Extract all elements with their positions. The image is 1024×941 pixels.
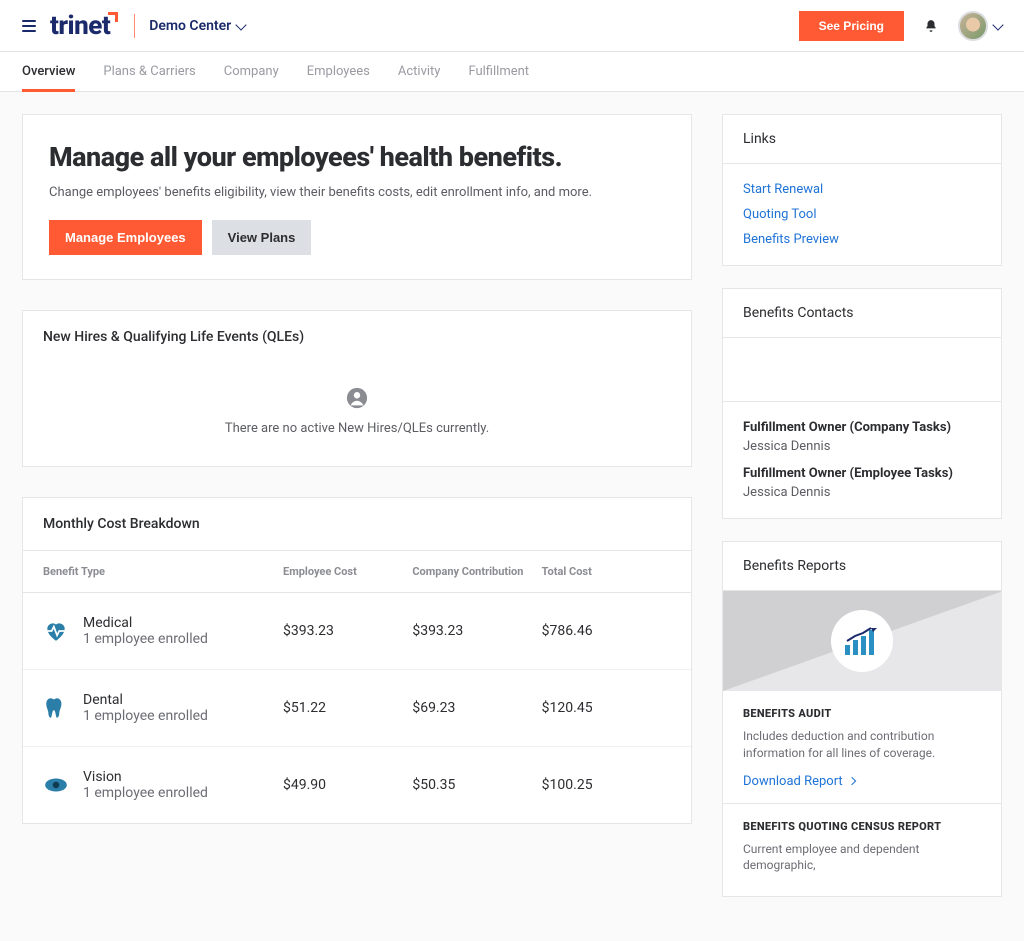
links-card: Links Start Renewal Quoting Tool Benefit… xyxy=(722,114,1002,266)
report-quoting-census: BENEFITS QUOTING CENSUS REPORT Current e… xyxy=(723,804,1001,897)
download-report-label: Download Report xyxy=(743,774,843,789)
logo-text-prefix: tri xyxy=(50,11,74,41)
benefit-enrolled: 1 employee enrolled xyxy=(83,631,208,647)
links-title: Links xyxy=(723,115,1001,164)
view-plans-button[interactable]: View Plans xyxy=(212,220,312,255)
menu-icon[interactable] xyxy=(22,20,36,32)
benefit-name: Dental xyxy=(83,692,208,708)
col-benefit-type: Benefit Type xyxy=(43,565,283,578)
contacts-spacer xyxy=(723,338,1001,402)
col-company-contribution: Company Contribution xyxy=(412,565,541,578)
side-column: Links Start Renewal Quoting Tool Benefit… xyxy=(722,114,1002,919)
link-start-renewal[interactable]: Start Renewal xyxy=(743,182,981,197)
person-icon xyxy=(346,387,368,409)
reports-card: Benefits Reports BENEFITS AUDIT Incl xyxy=(722,541,1002,897)
report-section-title: BENEFITS QUOTING CENSUS REPORT xyxy=(743,820,981,833)
contact-name: Jessica Dennis xyxy=(743,485,981,500)
page-title: Manage all your employees' health benefi… xyxy=(49,141,665,173)
report-section-desc: Includes deduction and contribution info… xyxy=(743,728,981,762)
header-right: See Pricing xyxy=(799,11,1002,41)
company-contribution: $393.23 xyxy=(412,623,541,639)
avatar xyxy=(958,11,988,41)
tab-fulfillment[interactable]: Fulfillment xyxy=(468,52,529,91)
tab-activity[interactable]: Activity xyxy=(398,52,441,91)
qle-card: New Hires & Qualifying Life Events (QLEs… xyxy=(22,310,692,467)
cost-title: Monthly Cost Breakdown xyxy=(23,498,691,551)
benefit-enrolled: 1 employee enrolled xyxy=(83,708,208,724)
contact-company-owner: Fulfillment Owner (Company Tasks) Jessic… xyxy=(743,420,981,454)
logo[interactable]: trinet xyxy=(50,11,120,41)
employee-cost: $51.22 xyxy=(283,700,412,716)
logo-text-suffix: net xyxy=(74,11,110,41)
benefit-name: Vision xyxy=(83,769,208,785)
page-subtitle: Change employees' benefits eligibility, … xyxy=(49,185,665,200)
chevron-right-icon xyxy=(847,777,855,785)
total-cost: $120.45 xyxy=(542,700,671,716)
qle-title: New Hires & Qualifying Life Events (QLEs… xyxy=(23,311,691,363)
col-total-cost: Total Cost xyxy=(542,565,671,578)
tooth-icon xyxy=(43,695,69,721)
total-cost: $786.46 xyxy=(542,623,671,639)
cost-row-vision: Vision 1 employee enrolled $49.90 $50.35… xyxy=(23,747,691,823)
employee-cost: $393.23 xyxy=(283,623,412,639)
cost-row-medical: Medical 1 employee enrolled $393.23 $393… xyxy=(23,593,691,670)
tab-plans-carriers[interactable]: Plans & Carriers xyxy=(103,52,195,91)
cost-row-dental: Dental 1 employee enrolled $51.22 $69.23… xyxy=(23,670,691,747)
heart-icon xyxy=(43,618,69,644)
cost-header-row: Benefit Type Employee Cost Company Contr… xyxy=(23,551,691,593)
tab-overview[interactable]: Overview xyxy=(22,52,75,91)
logo-accent-icon xyxy=(108,12,118,22)
employee-cost: $49.90 xyxy=(283,777,412,793)
company-contribution: $69.23 xyxy=(412,700,541,716)
header-divider xyxy=(134,14,135,38)
eye-icon xyxy=(43,772,69,798)
contact-name: Jessica Dennis xyxy=(743,439,981,454)
company-contribution: $50.35 xyxy=(412,777,541,793)
workspace-name: Demo Center xyxy=(149,18,231,34)
app-header: trinet Demo Center See Pricing xyxy=(0,0,1024,52)
contact-employee-owner: Fulfillment Owner (Employee Tasks) Jessi… xyxy=(743,466,981,500)
contacts-list: Fulfillment Owner (Company Tasks) Jessic… xyxy=(723,402,1001,518)
total-cost: $100.25 xyxy=(542,777,671,793)
see-pricing-button[interactable]: See Pricing xyxy=(799,11,904,41)
benefit-name: Medical xyxy=(83,615,208,631)
contacts-title: Benefits Contacts xyxy=(723,289,1001,338)
links-list: Start Renewal Quoting Tool Benefits Prev… xyxy=(723,164,1001,265)
benefit-enrolled: 1 employee enrolled xyxy=(83,785,208,801)
tab-company[interactable]: Company xyxy=(224,52,279,91)
notifications-icon[interactable] xyxy=(924,19,938,33)
hero-actions: Manage Employees View Plans xyxy=(49,220,665,255)
qle-empty-state: There are no active New Hires/QLEs curre… xyxy=(23,363,691,466)
contacts-card: Benefits Contacts Fulfillment Owner (Com… xyxy=(722,288,1002,519)
report-section-desc: Current employee and dependent demograph… xyxy=(743,841,981,875)
user-menu[interactable] xyxy=(958,11,1002,41)
page-content: Manage all your employees' health benefi… xyxy=(0,92,1024,941)
reports-title: Benefits Reports xyxy=(723,542,1001,591)
workspace-switcher[interactable]: Demo Center xyxy=(149,18,245,34)
cost-breakdown-card: Monthly Cost Breakdown Benefit Type Empl… xyxy=(22,497,692,824)
chevron-down-icon xyxy=(992,19,1003,30)
report-graphic xyxy=(723,591,1001,691)
chevron-down-icon xyxy=(236,19,247,30)
manage-employees-button[interactable]: Manage Employees xyxy=(49,220,202,255)
report-section-title: BENEFITS AUDIT xyxy=(743,707,981,720)
contact-role: Fulfillment Owner (Company Tasks) xyxy=(743,420,981,435)
report-benefits-audit: BENEFITS AUDIT Includes deduction and co… xyxy=(723,691,1001,799)
bar-chart-icon xyxy=(845,627,879,655)
main-column: Manage all your employees' health benefi… xyxy=(22,114,692,919)
tab-employees[interactable]: Employees xyxy=(307,52,370,91)
link-quoting-tool[interactable]: Quoting Tool xyxy=(743,207,981,222)
header-left: trinet Demo Center xyxy=(22,11,245,41)
download-report-link[interactable]: Download Report xyxy=(743,774,981,789)
nav-tabs: Overview Plans & Carriers Company Employ… xyxy=(0,52,1024,92)
link-benefits-preview[interactable]: Benefits Preview xyxy=(743,232,981,247)
col-employee-cost: Employee Cost xyxy=(283,565,412,578)
hero-card: Manage all your employees' health benefi… xyxy=(22,114,692,280)
qle-empty-text: There are no active New Hires/QLEs curre… xyxy=(225,421,489,436)
contact-role: Fulfillment Owner (Employee Tasks) xyxy=(743,466,981,481)
